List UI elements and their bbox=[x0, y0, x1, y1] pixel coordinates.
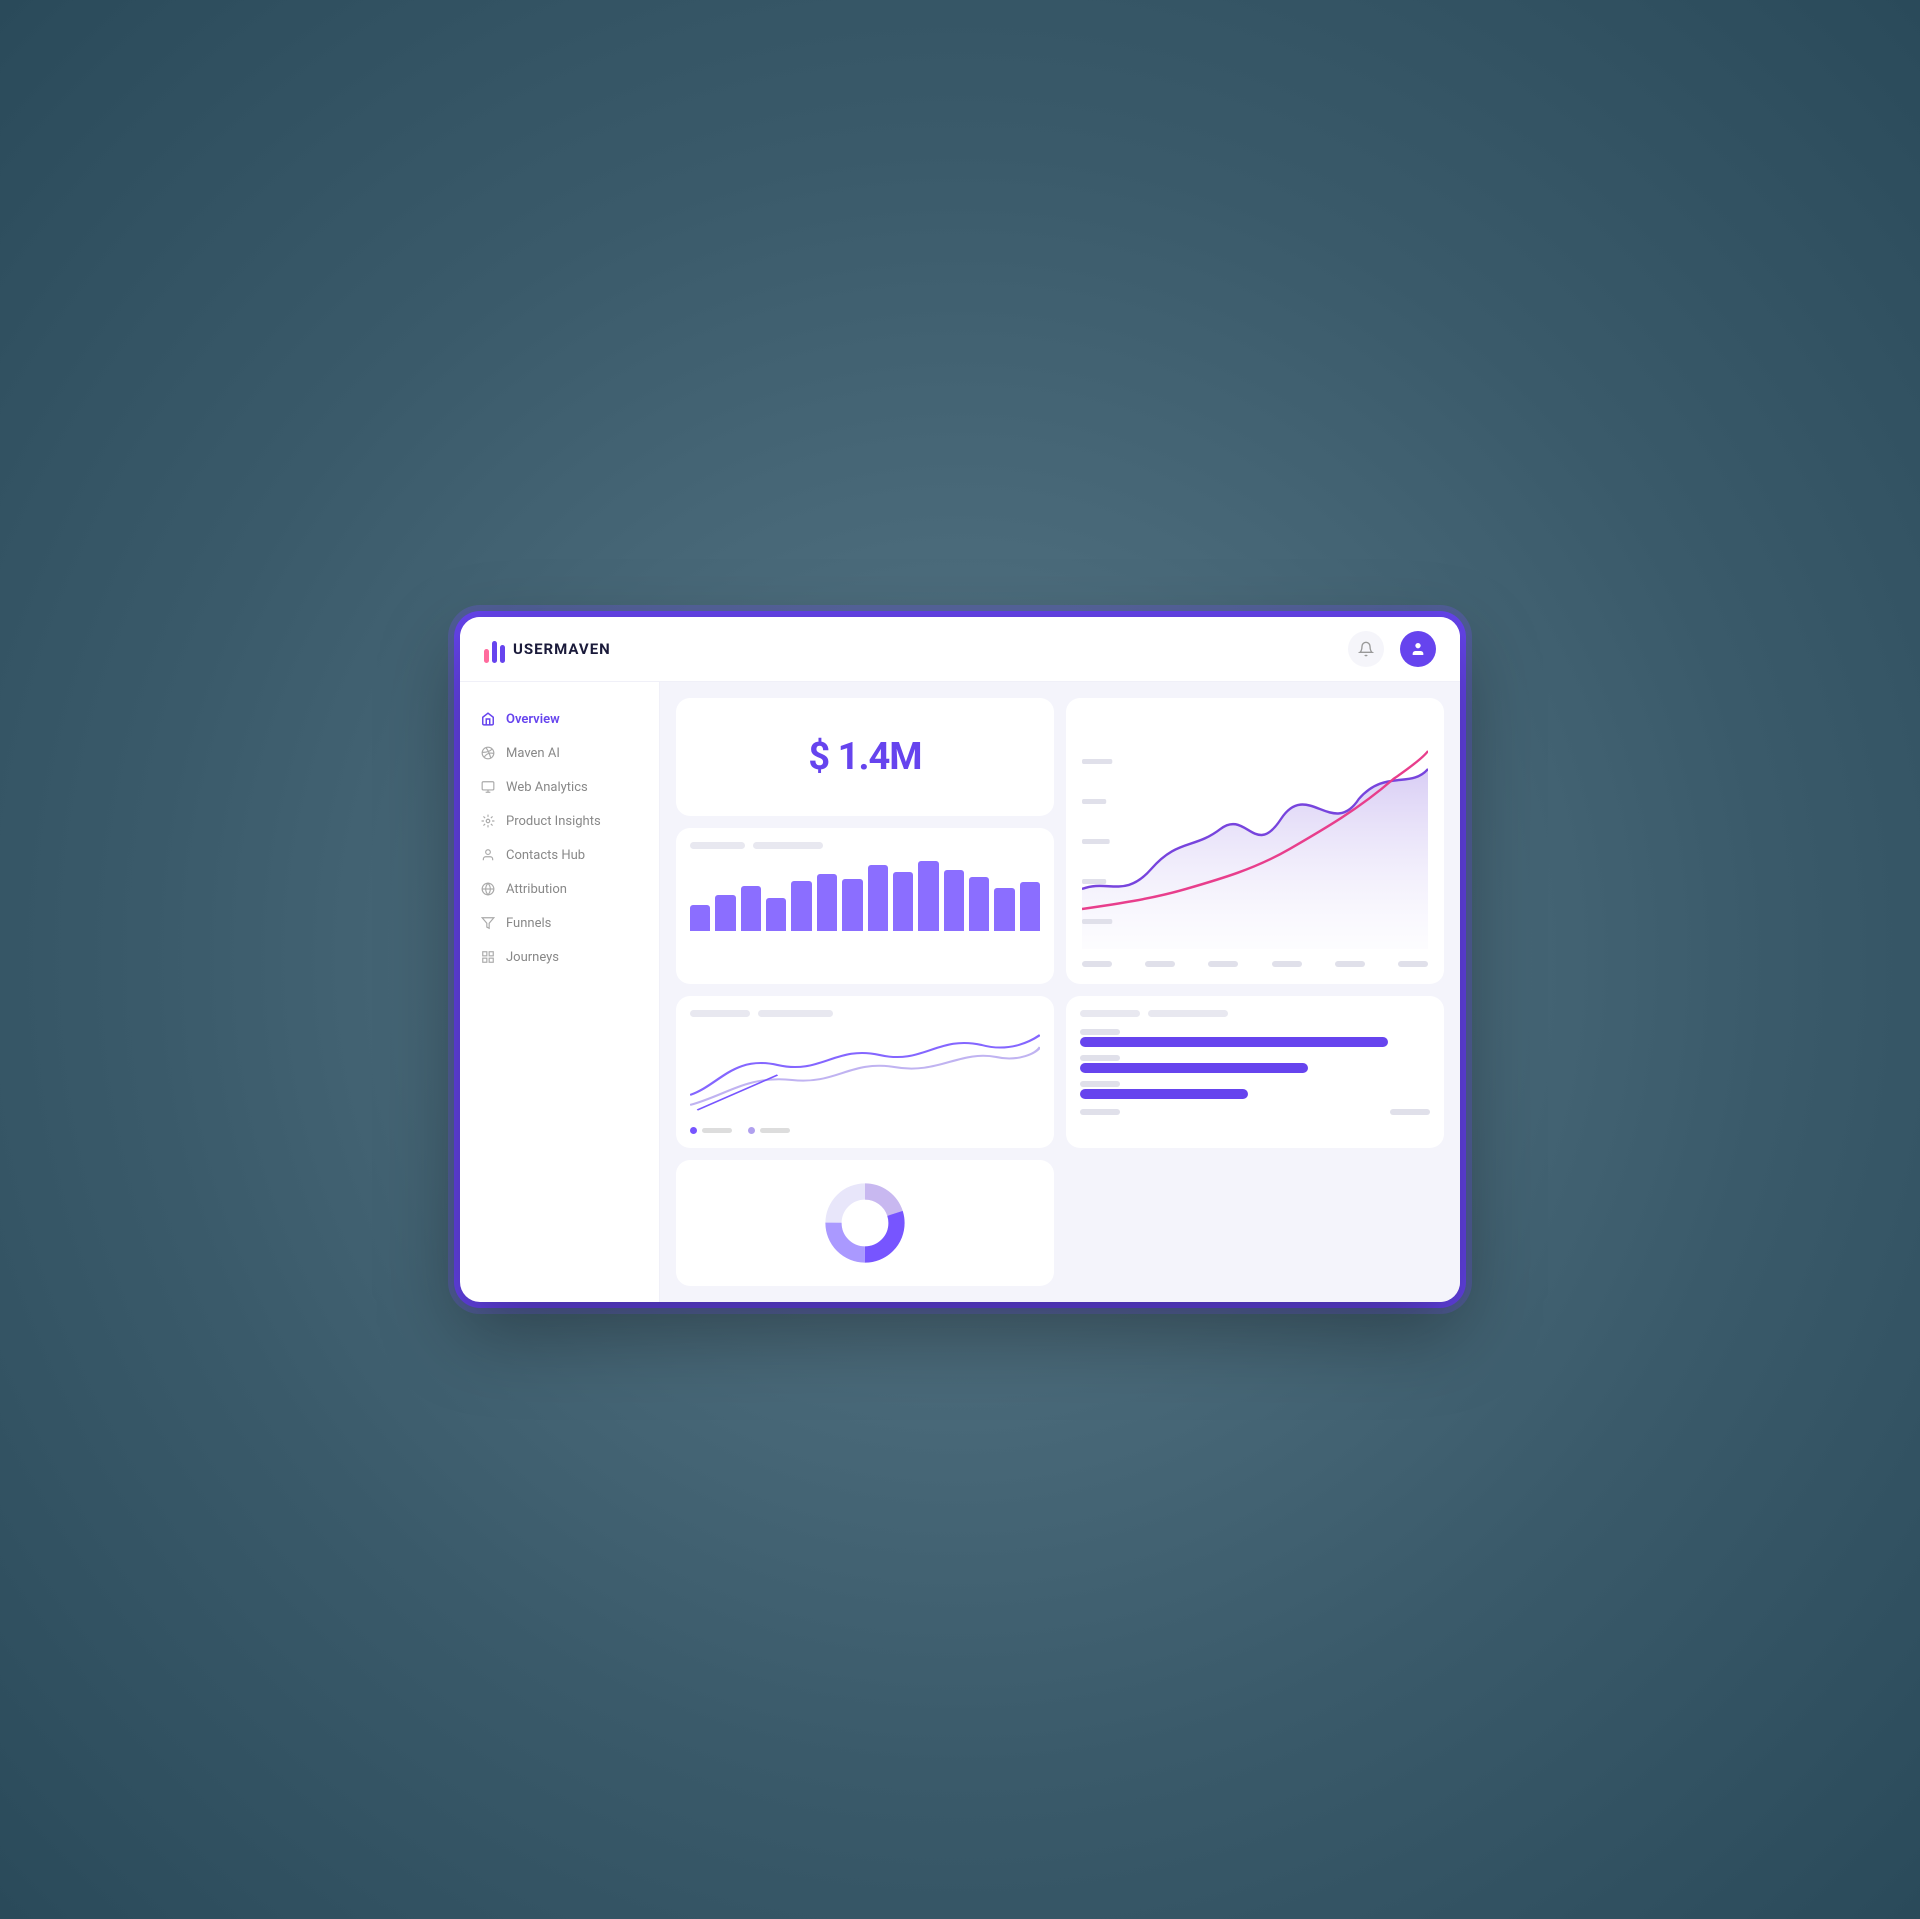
bottom-label bbox=[1390, 1109, 1430, 1115]
attribution-icon bbox=[480, 881, 496, 897]
legend-text-1 bbox=[702, 1128, 732, 1133]
table-label-1 bbox=[1080, 1010, 1140, 1017]
bar bbox=[715, 895, 735, 931]
sidebar-label-attribution: Attribution bbox=[506, 882, 567, 897]
logo: USERMAVEN bbox=[484, 635, 611, 663]
area-chart-card bbox=[1066, 698, 1444, 984]
sidebar-label-contacts-hub: Contacts Hub bbox=[506, 848, 585, 863]
bar bbox=[893, 872, 913, 932]
line-chart-card bbox=[676, 996, 1054, 1148]
area-chart-labels bbox=[1082, 714, 1428, 721]
table-row-3 bbox=[1080, 1081, 1430, 1099]
sidebar-label-funnels: Funnels bbox=[506, 916, 551, 931]
browser-window: USERMAVEN bbox=[460, 617, 1460, 1302]
donut-chart bbox=[820, 1178, 910, 1268]
sidebar-item-attribution[interactable]: Attribution bbox=[460, 872, 659, 906]
sidebar-label-web-analytics: Web Analytics bbox=[506, 780, 588, 795]
sidebar-item-product-insights[interactable]: Product Insights bbox=[460, 804, 659, 838]
bar bbox=[842, 879, 862, 932]
sidebar-label-journeys: Journeys bbox=[506, 950, 559, 965]
line-chart-labels bbox=[690, 1010, 1040, 1017]
area-chart-svg bbox=[1082, 729, 1428, 949]
main-layout: Overview Maven AI bbox=[460, 682, 1460, 1302]
bar bbox=[1020, 882, 1040, 931]
legend-dot-2 bbox=[748, 1127, 755, 1134]
legend-text-2 bbox=[760, 1128, 790, 1133]
bottom-label bbox=[1080, 1109, 1120, 1115]
logo-bar-1 bbox=[484, 649, 489, 663]
product-icon bbox=[480, 813, 496, 829]
journeys-icon bbox=[480, 949, 496, 965]
sidebar-item-web-analytics[interactable]: Web Analytics bbox=[460, 770, 659, 804]
header: USERMAVEN bbox=[460, 617, 1460, 682]
area-chart-bottom-labels bbox=[1082, 961, 1428, 967]
sidebar-label-product-insights: Product Insights bbox=[506, 814, 601, 829]
row-label bbox=[1080, 1055, 1120, 1061]
row-label bbox=[1080, 1029, 1120, 1035]
sidebar-item-contacts-hub[interactable]: Contacts Hub bbox=[460, 838, 659, 872]
logo-bar-2 bbox=[492, 641, 497, 663]
bar bbox=[690, 905, 710, 932]
dashboard-content: $ 1.4M bbox=[660, 682, 1460, 1302]
line-label-2 bbox=[758, 1010, 833, 1017]
table-bottom-labels bbox=[1080, 1109, 1430, 1115]
header-actions bbox=[1348, 631, 1436, 667]
legend-item-2 bbox=[748, 1127, 790, 1134]
home-icon bbox=[480, 711, 496, 727]
bar-label-1 bbox=[690, 842, 745, 849]
table-bar bbox=[1080, 1063, 1308, 1073]
bar bbox=[791, 881, 811, 931]
bar bbox=[994, 888, 1014, 931]
bar bbox=[918, 861, 938, 931]
browser-icon bbox=[480, 779, 496, 795]
table-bar bbox=[1080, 1037, 1388, 1047]
line-chart-svg bbox=[690, 1025, 1040, 1115]
bar-chart-container bbox=[690, 861, 1040, 931]
sidebar-item-funnels[interactable]: Funnels bbox=[460, 906, 659, 940]
notification-button[interactable] bbox=[1348, 631, 1384, 667]
bottom-label bbox=[1272, 961, 1302, 967]
bar bbox=[766, 898, 786, 932]
bar bbox=[868, 865, 888, 932]
line-chart-legend bbox=[690, 1127, 1040, 1134]
table-bar bbox=[1080, 1089, 1248, 1099]
sidebar: Overview Maven AI bbox=[460, 682, 660, 1302]
bottom-label bbox=[1398, 961, 1428, 967]
bar bbox=[741, 886, 761, 932]
contacts-icon bbox=[480, 847, 496, 863]
bar bbox=[817, 874, 837, 931]
sidebar-label-overview: Overview bbox=[506, 712, 560, 727]
bottom-label bbox=[1335, 961, 1365, 967]
sidebar-item-overview[interactable]: Overview bbox=[460, 702, 659, 736]
sidebar-label-maven-ai: Maven AI bbox=[506, 746, 560, 761]
table-row-1 bbox=[1080, 1029, 1430, 1047]
table-card bbox=[1066, 996, 1444, 1148]
logo-icon bbox=[484, 635, 505, 663]
table-header-labels bbox=[1080, 1010, 1430, 1017]
bar-chart-labels bbox=[690, 842, 1040, 849]
logo-text: USERMAVEN bbox=[513, 640, 611, 658]
bar bbox=[944, 870, 964, 932]
table-row-2 bbox=[1080, 1055, 1430, 1073]
table-label-2 bbox=[1148, 1010, 1228, 1017]
bar-label-2 bbox=[753, 842, 823, 849]
ai-icon bbox=[480, 745, 496, 761]
funnels-icon bbox=[480, 915, 496, 931]
sidebar-item-journeys[interactable]: Journeys bbox=[460, 940, 659, 974]
bottom-label bbox=[1082, 961, 1112, 967]
bar bbox=[969, 877, 989, 932]
row-label bbox=[1080, 1081, 1120, 1087]
logo-bar-3 bbox=[500, 645, 505, 663]
revenue-value: $ 1.4M bbox=[808, 735, 921, 779]
bottom-label bbox=[1208, 961, 1238, 967]
legend-item-1 bbox=[690, 1127, 732, 1134]
bar-chart-card bbox=[676, 828, 1054, 983]
donut-card bbox=[676, 1160, 1054, 1286]
revenue-card: $ 1.4M bbox=[676, 698, 1054, 816]
user-avatar-button[interactable] bbox=[1400, 631, 1436, 667]
bottom-label bbox=[1145, 961, 1175, 967]
line-label-1 bbox=[690, 1010, 750, 1017]
legend-dot-1 bbox=[690, 1127, 697, 1134]
sidebar-item-maven-ai[interactable]: Maven AI bbox=[460, 736, 659, 770]
